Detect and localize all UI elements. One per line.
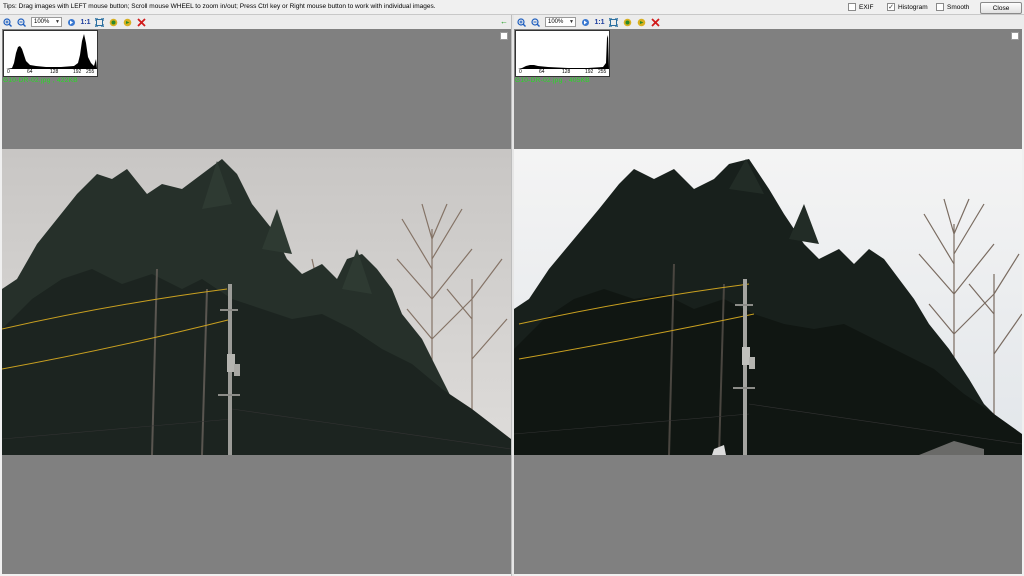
zoom-in-icon[interactable] bbox=[3, 17, 12, 27]
close-image-icon[interactable] bbox=[651, 17, 660, 27]
zoom-select[interactable]: 100% ▼ bbox=[31, 17, 62, 27]
exif-checkbox[interactable] bbox=[848, 3, 856, 11]
hist-tick: 128 bbox=[562, 69, 571, 75]
histogram-checkbox[interactable]: ✓ bbox=[887, 3, 895, 11]
zoom-value: 100% bbox=[34, 19, 50, 25]
tips-bar: Tips: Drag images with LEFT mouse button… bbox=[0, 0, 1024, 15]
hist-tick: 255 bbox=[86, 69, 95, 75]
photo-left bbox=[2, 149, 511, 455]
left-toolbar: 100% ▼ 1:1 bbox=[0, 15, 511, 29]
sync-arrow-icon[interactable]: ← bbox=[500, 17, 508, 27]
histogram: 0 64 128 192 255 bbox=[3, 30, 98, 77]
actual-size-button[interactable]: 1:1 bbox=[80, 18, 90, 27]
hist-tick: 0 bbox=[7, 69, 10, 75]
zoom-value: 100% bbox=[548, 19, 564, 25]
zoom-in-icon[interactable] bbox=[517, 17, 526, 27]
fit-icon[interactable] bbox=[67, 18, 76, 27]
left-image-pane[interactable]: 0 64 128 192 255 G10-DR-02.jpg , 422KB bbox=[2, 29, 511, 574]
hist-tick: 192 bbox=[585, 69, 594, 75]
histogram-axis: 0 64 128 192 255 bbox=[516, 68, 611, 75]
smooth-checkbox[interactable] bbox=[936, 3, 944, 11]
histogram-label: Histogram bbox=[898, 3, 928, 11]
right-image-pane[interactable]: 0 64 128 192 255 G10-DR-02.jpg , 405KB bbox=[514, 29, 1022, 574]
exif-label: EXIF bbox=[859, 3, 874, 11]
chevron-down-icon: ▼ bbox=[569, 19, 574, 25]
smooth-option[interactable]: Smooth bbox=[936, 3, 969, 11]
pane-select-box[interactable] bbox=[500, 32, 508, 40]
hist-tick: 64 bbox=[27, 69, 33, 75]
smooth-label: Smooth bbox=[947, 3, 970, 11]
hist-tick: 255 bbox=[598, 69, 607, 75]
histogram-graph bbox=[6, 34, 97, 69]
close-image-icon[interactable] bbox=[137, 17, 146, 27]
prev-image-icon[interactable] bbox=[623, 18, 632, 27]
actual-size-button[interactable]: 1:1 bbox=[594, 18, 604, 27]
file-label: G10-DR-02.jpg , 405KB bbox=[515, 77, 590, 84]
histogram-graph bbox=[518, 35, 609, 69]
tips-text: Tips: Drag images with LEFT mouse button… bbox=[3, 3, 436, 10]
next-image-icon[interactable] bbox=[123, 18, 132, 27]
zoom-out-icon[interactable] bbox=[531, 17, 540, 27]
histogram-axis: 0 64 128 192 255 bbox=[4, 68, 99, 75]
right-toolbar: 100% ▼ 1:1 bbox=[514, 15, 1024, 29]
histogram: 0 64 128 192 255 bbox=[515, 30, 610, 77]
close-button[interactable]: Close bbox=[980, 2, 1022, 14]
hist-tick: 192 bbox=[73, 69, 82, 75]
prev-image-icon[interactable] bbox=[109, 18, 118, 27]
pane-select-box[interactable] bbox=[1011, 32, 1019, 40]
exif-option[interactable]: EXIF bbox=[848, 3, 873, 11]
next-image-icon[interactable] bbox=[637, 18, 646, 27]
zoom-out-icon[interactable] bbox=[17, 17, 26, 27]
histogram-option[interactable]: ✓ Histogram bbox=[887, 3, 928, 11]
fullscreen-icon[interactable] bbox=[95, 17, 104, 27]
hist-tick: 128 bbox=[50, 69, 59, 75]
fullscreen-icon[interactable] bbox=[609, 17, 618, 27]
file-label: G10-DR-02.jpg , 422KB bbox=[3, 77, 78, 84]
hist-tick: 0 bbox=[519, 69, 522, 75]
zoom-select[interactable]: 100% ▼ bbox=[545, 17, 576, 27]
photo-right bbox=[514, 149, 1022, 455]
fit-icon[interactable] bbox=[581, 18, 590, 27]
chevron-down-icon: ▼ bbox=[55, 19, 60, 25]
hist-tick: 64 bbox=[539, 69, 545, 75]
